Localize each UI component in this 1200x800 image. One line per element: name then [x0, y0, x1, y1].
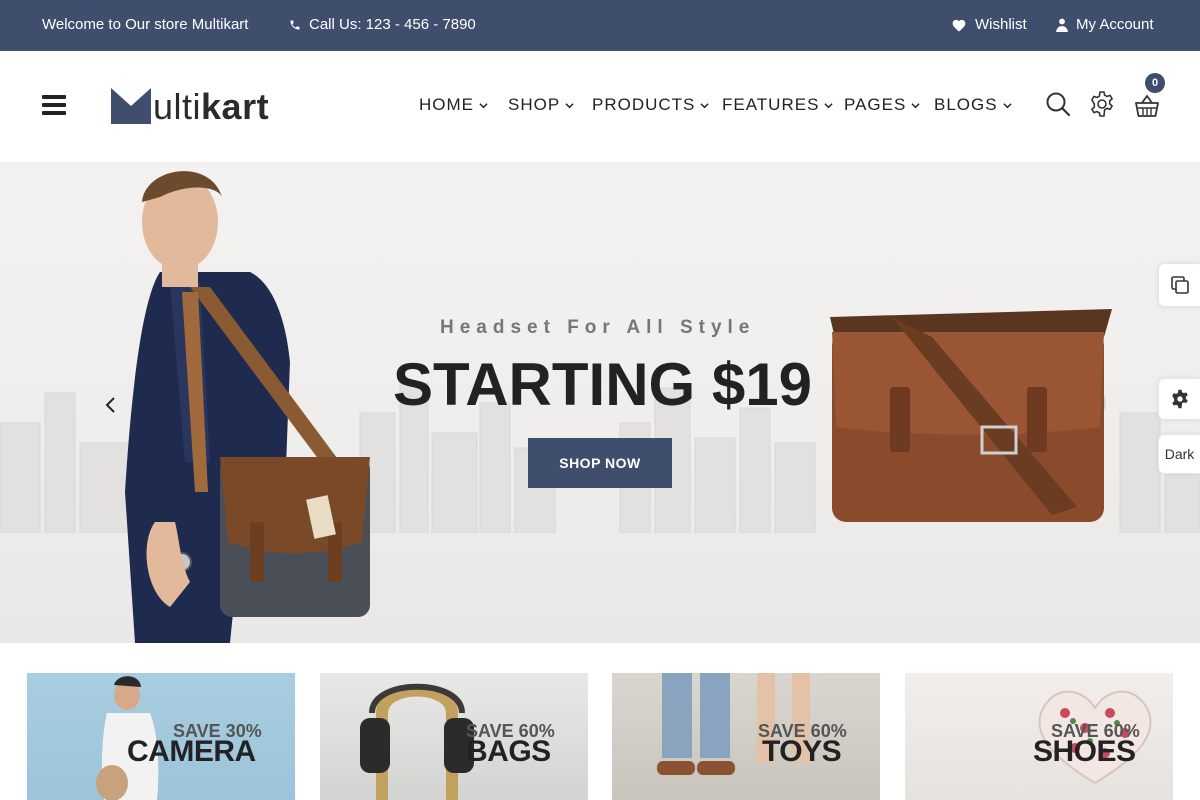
logo-m-mark: [111, 88, 151, 124]
phone-contact: Call Us: 123 - 456 - 7890: [289, 16, 476, 33]
banner-category-label: BAGS: [466, 735, 551, 768]
basket-icon[interactable]: [1134, 93, 1160, 119]
search-icon[interactable]: [1045, 91, 1071, 117]
banner-camera[interactable]: SAVE 30% CAMERA: [27, 673, 295, 800]
user-icon: [1056, 18, 1068, 32]
account-link[interactable]: My Account: [1056, 16, 1154, 33]
banner-shoes[interactable]: SAVE 60% SHOES: [905, 673, 1173, 800]
settings-panel-button[interactable]: [1158, 378, 1200, 420]
chevron-down-icon: [700, 102, 710, 108]
menu-line: [42, 95, 66, 99]
heart-icon: [952, 19, 966, 32]
nav-pages[interactable]: PAGES: [844, 95, 934, 115]
menu-line: [42, 111, 66, 115]
copy-icon: [1170, 276, 1189, 294]
hero-subtitle: Headset For All Style: [440, 317, 756, 338]
menu-toggle-button[interactable]: [42, 95, 66, 115]
category-banners: SAVE 30% CAMERA SAVE 60% BAGS SAVE 60% T…: [0, 643, 1200, 800]
banner-headphones-image: [360, 683, 474, 800]
logo-text: ultikart: [153, 89, 269, 125]
nav-label: PRODUCTS: [592, 95, 696, 114]
site-logo[interactable]: ultikart: [111, 88, 269, 125]
phone-label: Call Us: 123 - 456 - 7890: [309, 16, 476, 33]
chevron-down-icon: [565, 102, 574, 108]
main-nav: HOME SHOP PRODUCTS FEATURES PAGES BLOGS: [419, 95, 1014, 115]
phone-icon: [290, 20, 300, 29]
chevron-down-icon: [911, 102, 920, 108]
nav-label: HOME: [419, 95, 474, 114]
leather-bag-image: [830, 309, 1112, 522]
banner-category-label: CAMERA: [127, 735, 256, 768]
gear-icon: [1171, 389, 1188, 409]
banner-bags[interactable]: SAVE 60% BAGS: [320, 673, 588, 800]
hero-slider: Headset For All Style STARTING $19 SHOP …: [0, 162, 1200, 643]
shop-now-button[interactable]: SHOP NOW: [528, 438, 672, 488]
nav-label: BLOGS: [934, 95, 998, 114]
chevron-down-icon: [479, 102, 488, 108]
gear-icon[interactable]: [1089, 91, 1115, 117]
chevron-down-icon: [824, 102, 834, 108]
hero-title: STARTING $19: [393, 351, 812, 418]
menu-line: [42, 103, 66, 107]
nav-label: PAGES: [844, 95, 907, 114]
account-label: My Account: [1076, 16, 1154, 33]
top-bar: Welcome to Our store Multikart Call Us: …: [0, 0, 1200, 51]
wishlist-label: Wishlist: [975, 16, 1027, 33]
nav-features[interactable]: FEATURES: [722, 95, 844, 115]
welcome-label: Welcome to Our store Multikart: [42, 16, 249, 33]
nav-blogs[interactable]: BLOGS: [934, 95, 1014, 115]
wishlist-link[interactable]: Wishlist: [951, 16, 1027, 33]
nav-products[interactable]: PRODUCTS: [592, 95, 722, 115]
banner-category-label: SHOES: [1033, 735, 1136, 768]
main-header: ultikart HOME SHOP PRODUCTS FEATURES PAG…: [0, 51, 1200, 162]
model-with-bag-image: [125, 171, 370, 643]
layout-switch-button[interactable]: [1158, 263, 1200, 307]
banner-category-label: TOYS: [762, 735, 842, 768]
welcome-text: Welcome to Our store Multikart: [42, 16, 248, 33]
nav-shop[interactable]: SHOP: [508, 95, 592, 115]
nav-home[interactable]: HOME: [419, 95, 508, 115]
chevron-down-icon: [1002, 102, 1012, 108]
nav-label: SHOP: [508, 95, 561, 114]
cart-count-badge: 0: [1145, 73, 1165, 93]
dark-mode-toggle[interactable]: Dark: [1158, 434, 1200, 474]
banner-toys[interactable]: SAVE 60% TOYS: [612, 673, 880, 800]
chevron-left-icon[interactable]: [100, 390, 122, 420]
logo-text-bold: kart: [201, 86, 270, 127]
nav-label: FEATURES: [722, 95, 820, 114]
logo-text-light: ulti: [153, 86, 202, 127]
